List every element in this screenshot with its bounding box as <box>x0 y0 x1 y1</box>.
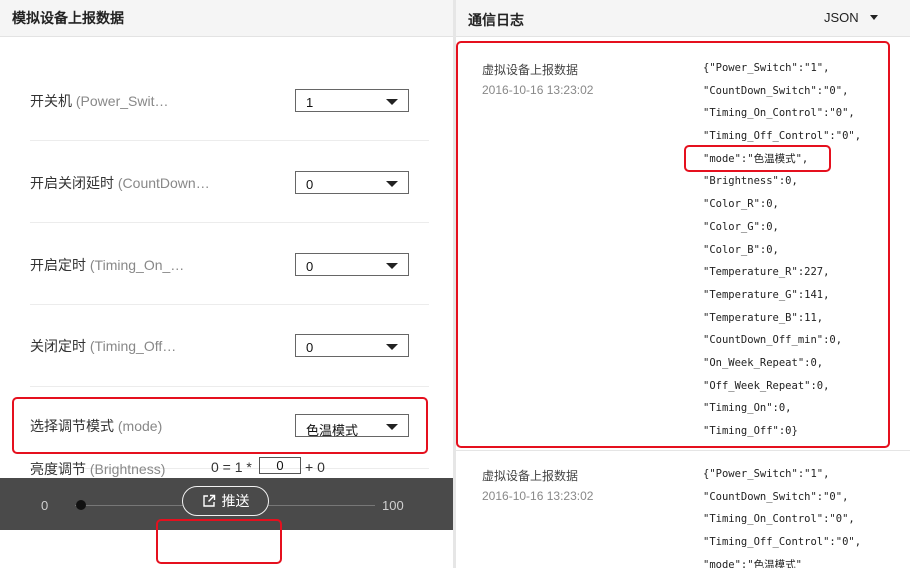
property-row-countdown-switch: 开启关闭延时 (CountDown… 0 <box>30 141 429 223</box>
property-label: 亮度调节 (Brightness) <box>30 459 165 479</box>
brightness-input[interactable]: 0 <box>259 457 301 474</box>
chevron-down-icon <box>386 99 398 105</box>
property-label: 开启定时 (Timing_On_… <box>30 255 184 275</box>
payload-line: "Timing_On_Control":"0", <box>703 513 855 526</box>
chevron-down-icon <box>386 344 398 350</box>
chevron-down-icon <box>870 15 878 20</box>
slider-min-label: 0 <box>41 498 49 513</box>
timing-on-select[interactable]: 0 <box>295 253 409 276</box>
chevron-down-icon <box>386 181 398 187</box>
log-entry-title: 虚拟设备上报数据 <box>482 469 579 483</box>
property-label: 开关机 (Power_Swit… <box>30 91 168 111</box>
property-code: (Power_Swit… <box>75 93 169 109</box>
property-name: 开关机 <box>30 93 72 109</box>
power-switch-select[interactable]: 1 <box>295 89 409 112</box>
format-dropdown[interactable]: JSON <box>824 10 878 25</box>
log-entry-highlight-box <box>456 41 890 448</box>
countdown-switch-select[interactable]: 0 <box>295 171 409 194</box>
push-button-label: 推送 <box>221 493 250 509</box>
property-label: 开启关闭延时 (CountDown… <box>30 173 210 193</box>
payload-line: "CountDown_Switch":"0", <box>703 490 849 503</box>
log-entry-payload: {"Power_Switch":"1", "CountDown_Switch":… <box>703 467 861 568</box>
property-name: 开启关闭延时 <box>30 175 114 191</box>
select-value: 0 <box>306 259 314 274</box>
log-entry-separator <box>456 450 910 451</box>
timing-off-select[interactable]: 0 <box>295 334 409 357</box>
property-name: 关闭定时 <box>30 338 86 354</box>
log-entry-time: 2016-10-16 13:23:02 <box>482 489 594 503</box>
payload-line: "Timing_Off_Control":"0", <box>703 536 862 549</box>
log-header: 通信日志 JSON <box>456 0 910 37</box>
select-value: 0 <box>306 340 314 355</box>
chevron-down-icon <box>386 263 398 269</box>
simulated-device-panel: 模拟设备上报数据 开关机 (Power_Swit… 1 开启关闭延时 (Coun… <box>0 0 453 568</box>
payload-line: {"Power_Switch":"1", <box>703 468 830 480</box>
property-row-timing-on: 开启定时 (Timing_On_… 0 <box>30 223 429 305</box>
push-highlight-box <box>156 519 282 564</box>
log-entry: 虚拟设备上报数据 2016-10-16 13:23:02 {"Power_Swi… <box>456 467 910 568</box>
slider-handle[interactable] <box>76 500 86 510</box>
property-code: (CountDown… <box>117 175 210 191</box>
select-value: 1 <box>306 95 314 110</box>
communication-log-panel: 通信日志 JSON 虚拟设备上报数据 2016-10-16 13:23:02 {… <box>456 0 910 568</box>
mode-line-highlight-box <box>684 145 831 172</box>
slider-max-label: 100 <box>382 498 404 513</box>
property-label: 关闭定时 (Timing_Off… <box>30 336 176 356</box>
panel-title: 模拟设备上报数据 <box>0 0 453 37</box>
panel-title: 通信日志 <box>468 12 524 28</box>
external-link-icon <box>202 494 216 508</box>
formula-suffix: + 0 <box>305 459 325 475</box>
property-name: 亮度调节 <box>30 461 86 477</box>
mode-highlight-box <box>12 397 428 454</box>
property-row-timing-off: 关闭定时 (Timing_Off… 0 <box>30 305 429 387</box>
property-code: (Brightness) <box>89 461 166 477</box>
push-button[interactable]: 推送 <box>182 486 269 516</box>
format-value: JSON <box>824 10 859 25</box>
property-code: (Timing_On_… <box>89 257 185 273</box>
payload-line: "mode":"色温模式" <box>703 558 802 568</box>
property-code: (Timing_Off… <box>89 338 177 354</box>
property-name: 开启定时 <box>30 257 86 273</box>
formula-prefix: 0 = 1 * <box>211 459 252 475</box>
property-row-power-switch: 开关机 (Power_Swit… 1 <box>30 59 429 141</box>
select-value: 0 <box>306 177 314 192</box>
